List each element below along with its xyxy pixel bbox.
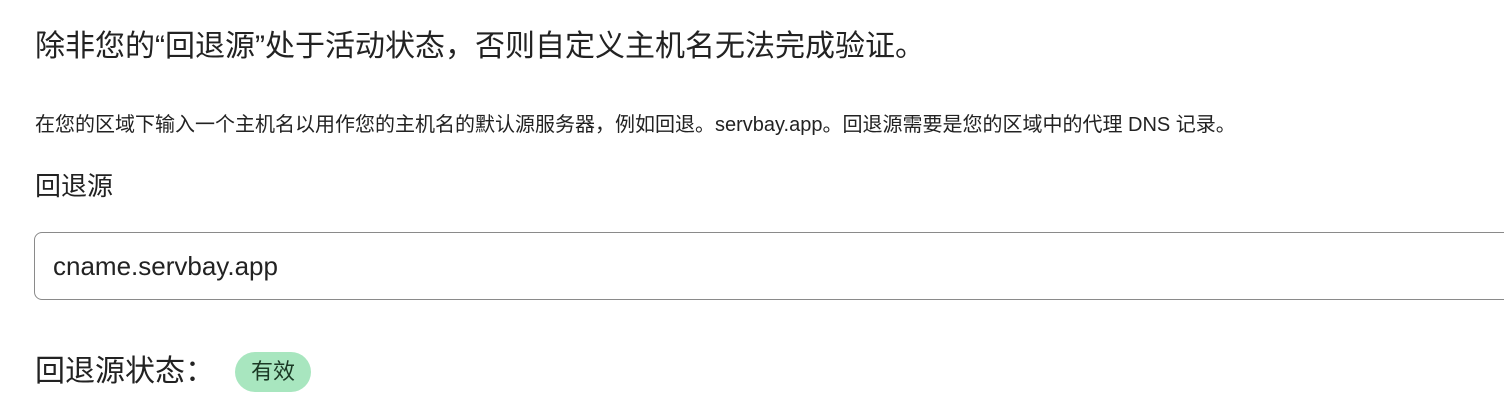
fallback-origin-field[interactable] [34,232,1504,300]
fallback-origin-label: 回退源 [35,171,114,201]
fallback-origin-status-row: 回退源状态： 有效 [35,348,312,396]
fallback-origin-status-label: 回退源状态： [35,355,215,388]
fallback-origin-input[interactable] [53,233,1493,299]
page-heading: 除非您的“回退源”处于活动状态，否则自定义主机名无法完成验证。 [35,30,925,63]
status-badge: 有效 [235,352,312,392]
fallback-origin-description: 在您的区域下输入一个主机名以用作您的主机名的默认源服务器，例如回退。servba… [35,114,1236,136]
